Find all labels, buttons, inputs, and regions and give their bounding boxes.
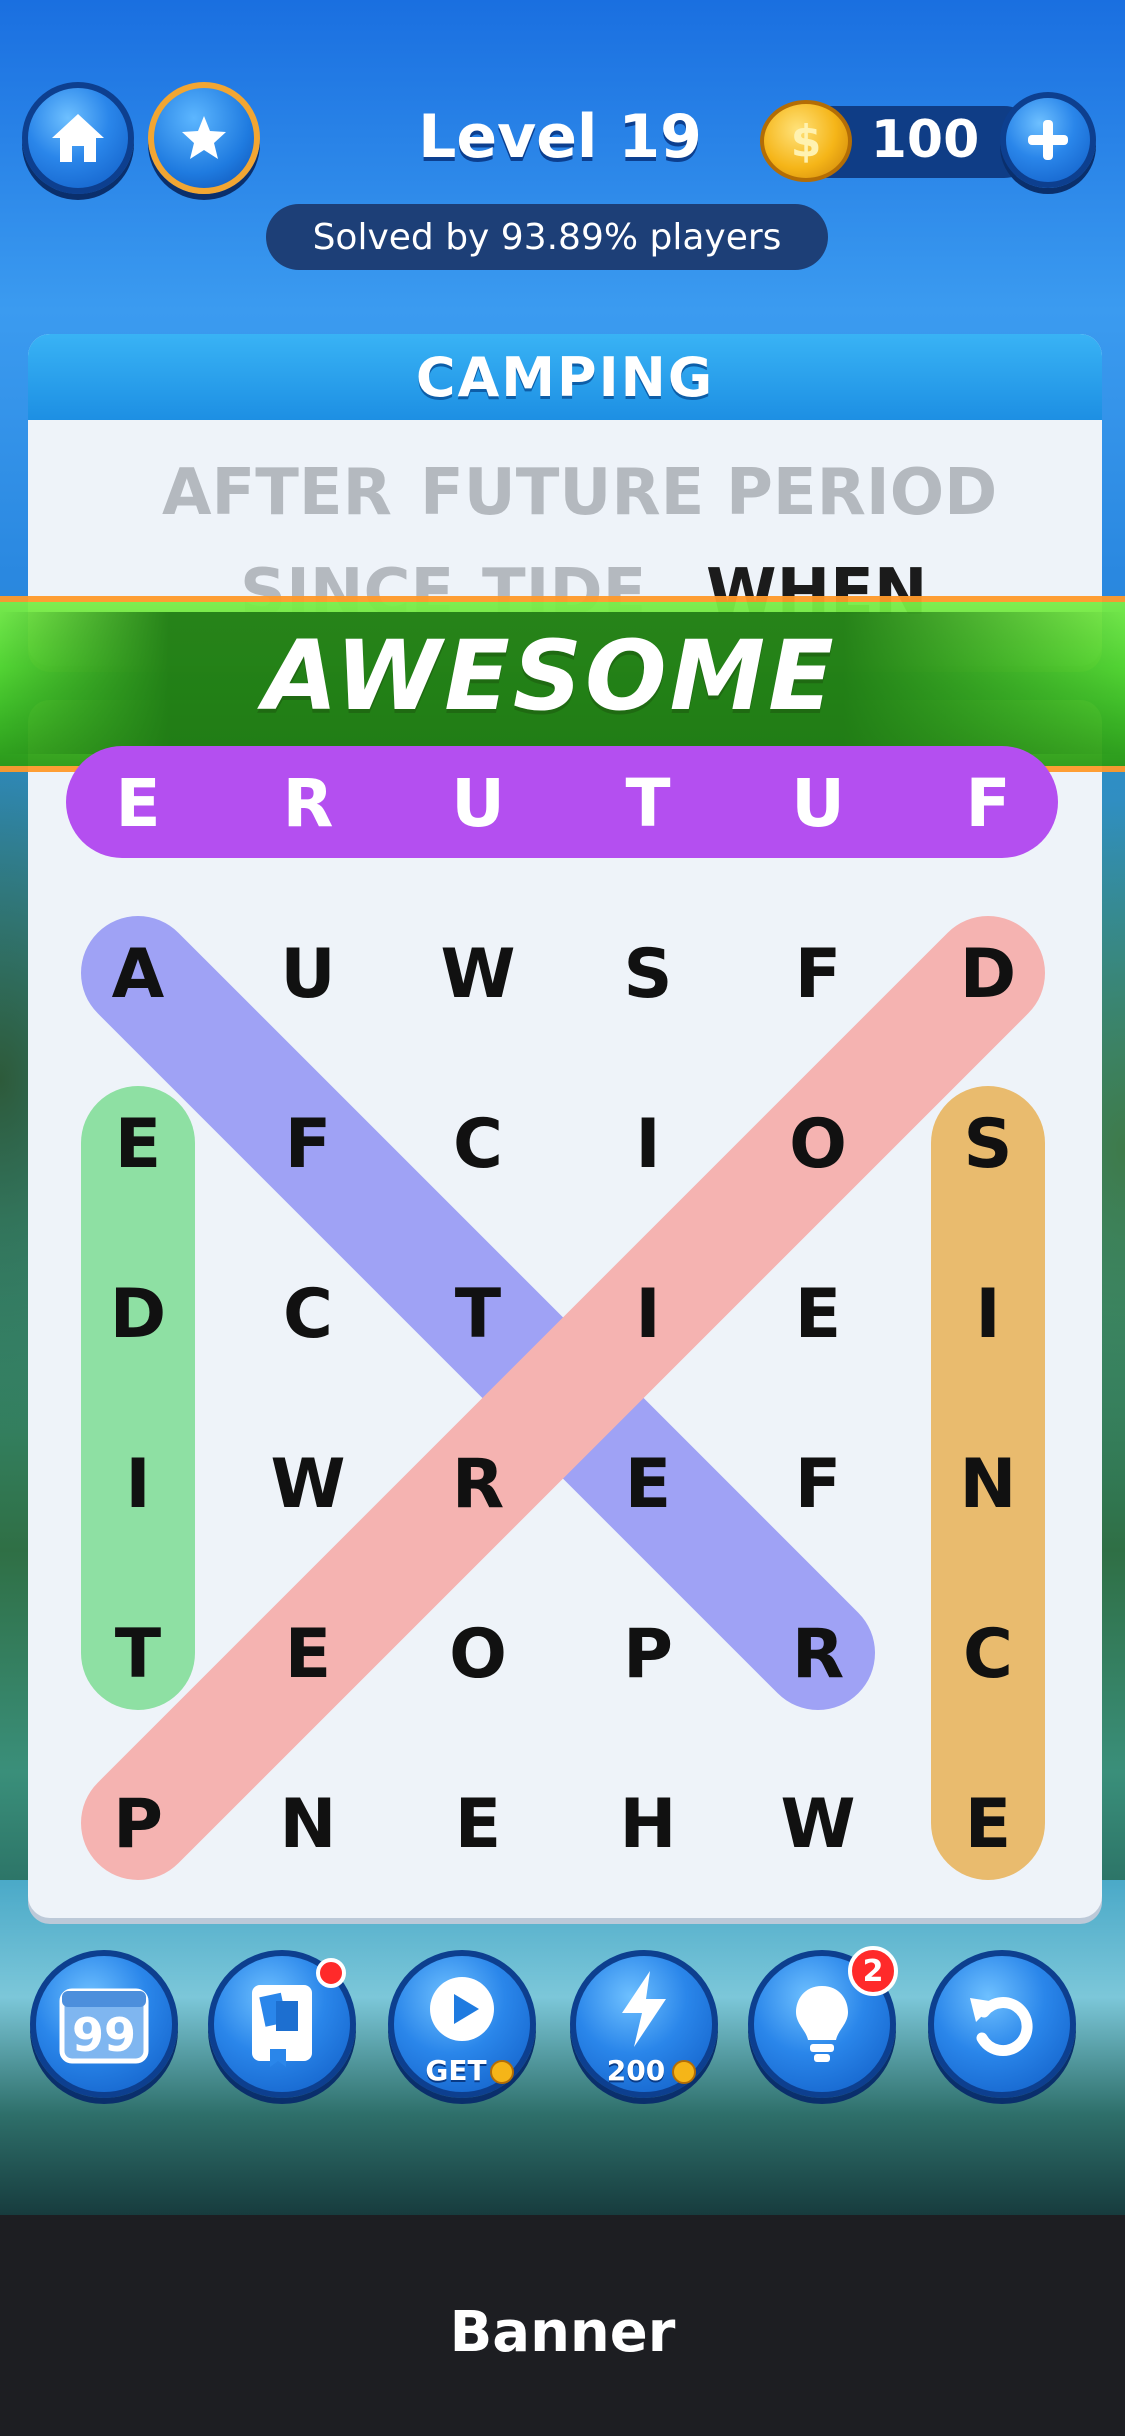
grid-letter[interactable]: I [975,1275,1000,1354]
grid-letter[interactable]: E [455,1785,501,1864]
play-icon [430,1977,494,2041]
selection-pill [66,746,1058,858]
grid-letter[interactable]: W [270,1445,345,1524]
grid-letter[interactable]: S [964,1105,1013,1184]
quote-calendar-icon: 99 [59,1988,149,2064]
hint-button[interactable]: 2 [748,1946,898,2098]
grid-letter[interactable]: F [285,1105,331,1184]
grid-letter[interactable]: E [115,1105,161,1184]
grid-letter[interactable]: O [449,1615,507,1694]
grid-letter[interactable]: D [110,1275,166,1354]
grid-letter[interactable]: C [283,1275,333,1354]
selected-letter: U [451,765,505,842]
grid-letter[interactable]: N [280,1785,337,1864]
grid-letter[interactable]: F [795,1445,841,1524]
grid-letter[interactable]: F [795,935,841,1014]
selected-letter: F [965,765,1010,842]
grid-letter[interactable]: C [963,1615,1013,1694]
svg-text:99: 99 [72,2008,136,2062]
quotes-button[interactable]: 99 [30,1950,178,2098]
grid-letter[interactable]: P [623,1615,673,1694]
grid-letter[interactable]: E [625,1445,671,1524]
grid-letter[interactable]: S [624,935,673,1014]
grid-letter[interactable]: I [635,1275,660,1354]
grid-letter[interactable]: W [440,935,515,1014]
selected-letter: T [625,765,670,842]
grid-letter[interactable]: H [620,1785,677,1864]
lightbulb-icon [796,1986,848,2062]
current-selection: ERUTUF [66,746,1058,858]
coin-icon [490,2060,514,2084]
grid-letter[interactable]: E [965,1785,1011,1864]
coin-icon [672,2060,696,2084]
grid-letter[interactable]: R [452,1445,504,1524]
hint-count-badge: 2 [848,1946,898,1996]
grid-letter[interactable]: W [780,1785,855,1864]
selected-letter: U [791,765,845,842]
grid-letter[interactable]: C [453,1105,503,1184]
undo-icon [970,1997,1033,2056]
grid-letter[interactable]: T [115,1615,162,1694]
grid-letter[interactable]: E [795,1275,841,1354]
undo-button[interactable] [928,1950,1076,2098]
selected-letter: E [115,765,160,842]
book-button[interactable] [208,1950,356,2098]
grid-letter[interactable]: A [112,935,165,1014]
lightning-icon [622,1971,666,2047]
selected-letter: R [283,765,334,842]
lightning-button[interactable]: 200 [570,1950,718,2098]
grid-letter[interactable]: P [113,1785,163,1864]
grid-letter[interactable]: I [635,1105,660,1184]
book-icon [252,1985,312,2067]
grid-letter[interactable]: E [285,1615,331,1694]
grid-letter[interactable]: D [960,935,1016,1014]
grid-letter[interactable]: R [792,1615,844,1694]
grid-letter[interactable]: O [789,1105,847,1184]
notification-dot [316,1958,346,1988]
grid-letter[interactable]: T [455,1275,502,1354]
banner-label: Banner [449,2300,676,2365]
grid-letter[interactable]: I [125,1445,150,1524]
grid-letter[interactable]: U [280,935,335,1014]
watch-video-button[interactable]: GET [388,1950,536,2098]
grid-letter[interactable]: N [960,1445,1017,1524]
